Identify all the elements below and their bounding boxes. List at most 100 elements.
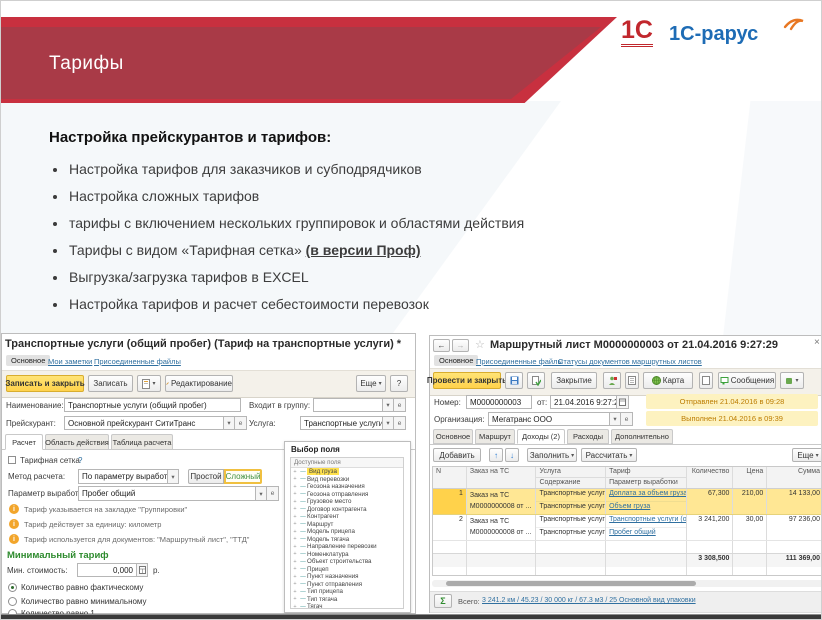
tab-calc-table[interactable]: Таблица расчета — [111, 434, 173, 450]
mode-complex-button[interactable]: Сложный — [224, 469, 262, 484]
horizontal-scrollbar[interactable] — [432, 580, 822, 587]
table-row[interactable]: 2 Заказ на ТСМ0000000008 от ... Транспор… — [433, 515, 822, 541]
min-cost-input[interactable]: 0,000 — [77, 563, 137, 577]
field-item[interactable]: +—Тягач — [291, 603, 403, 609]
map-button[interactable]: Карта — [643, 372, 693, 389]
sigma-button[interactable]: Σ — [434, 594, 452, 608]
save-button[interactable]: Записать — [88, 375, 133, 392]
table-row[interactable]: 1 Заказ на ТСМ0000000008 от ... Транспор… — [433, 489, 822, 515]
close-icon[interactable]: × — [814, 337, 820, 348]
totals-link[interactable]: 3 241.2 км / 45.23 / 30 000 кг / 67.3 м3… — [482, 597, 696, 604]
scrollbar-thumb[interactable] — [446, 581, 696, 586]
col-qty[interactable]: Количество — [687, 467, 734, 488]
fill-button[interactable]: Заполнить ▾ — [527, 448, 577, 462]
field-item[interactable]: +—Геозона отправления — [291, 491, 403, 499]
field-item[interactable]: +—Пункт назначения — [291, 573, 403, 581]
print-button[interactable] — [699, 372, 713, 389]
field-item[interactable]: +—Контрагент — [291, 513, 403, 521]
more-button[interactable]: Еще ▾ — [356, 375, 386, 392]
field-item[interactable]: +—Модель тягача — [291, 536, 403, 544]
forward-button[interactable]: → — [452, 339, 469, 352]
tab-route[interactable]: Маршрут — [475, 429, 515, 444]
field-item[interactable]: +—Направление перевозки — [291, 543, 403, 551]
tab-scope[interactable]: Область действия — [45, 434, 109, 450]
tab-income[interactable]: Доходы (2) — [517, 429, 565, 444]
radio-qty-actual[interactable] — [8, 583, 17, 592]
col-tariff[interactable]: Тариф Параметр выработки — [606, 467, 687, 488]
add-row-button[interactable]: Добавить — [433, 448, 481, 462]
save-button[interactable] — [505, 372, 523, 389]
star-icon[interactable]: ☆ — [475, 338, 485, 351]
create-based-on-button[interactable]: ▾ — [137, 375, 161, 392]
method-dropdown-button[interactable]: ▾ — [167, 469, 179, 484]
mode-simple-button[interactable]: Простой — [188, 469, 224, 484]
col-order[interactable]: Заказ на ТС — [467, 467, 537, 488]
param-input[interactable]: Пробег общий — [78, 486, 256, 501]
table-more-button[interactable]: Еще ▾ — [792, 448, 822, 462]
back-button[interactable]: ← — [433, 339, 450, 352]
calculate-button[interactable]: Рассчитать ▾ — [581, 448, 637, 462]
field-item[interactable]: +—Тип прицепа — [291, 588, 403, 596]
nav-link-files[interactable]: Присоединенные файлы — [94, 357, 181, 366]
list-button[interactable] — [625, 372, 639, 389]
tariff-link[interactable]: Доплата за объем груза — [609, 490, 687, 497]
field-item[interactable]: +—Вид груза — [291, 468, 403, 476]
tariff-link[interactable]: Транспортные услуги (о... — [609, 516, 687, 523]
help-button[interactable]: ? — [390, 375, 408, 392]
col-n[interactable]: N — [433, 467, 467, 488]
org-open-button[interactable]: е — [620, 412, 633, 426]
col-price[interactable]: Цена — [733, 467, 767, 488]
tab-main-doc[interactable]: Основное — [433, 429, 473, 444]
status-done[interactable]: Выполнен 21.04.2016 в 09:39 — [646, 411, 818, 426]
field-item[interactable]: +—Прицеп — [291, 566, 403, 574]
field-item[interactable]: +—Тип тягача — [291, 596, 403, 604]
send-dropdown-button[interactable]: ▾ — [780, 372, 804, 389]
nav-link-notes[interactable]: Мои заметки — [48, 357, 92, 366]
param-link[interactable]: Пробег общий — [609, 529, 656, 536]
field-item[interactable]: +—Маршрут — [291, 521, 403, 529]
calendar-button[interactable] — [616, 395, 629, 409]
group-input[interactable] — [313, 398, 383, 412]
move-up-button[interactable]: ↑ — [489, 448, 503, 462]
field-item[interactable]: +—Объект строительства — [291, 558, 403, 566]
field-item[interactable]: +—Договор контрагента — [291, 506, 403, 514]
post-close-button[interactable]: Провести и закрыть — [433, 372, 501, 389]
col-sum[interactable]: Сумма — [767, 467, 822, 488]
tariff-grid-checkbox[interactable] — [8, 456, 16, 464]
tab-expenses[interactable]: Расходы — [567, 429, 609, 444]
field-item[interactable]: +—Модель прицепа — [291, 528, 403, 536]
post-document-button[interactable] — [527, 372, 545, 389]
edit-button[interactable]: Редактирование — [165, 375, 233, 392]
service-open-button[interactable]: е — [393, 416, 406, 430]
number-input[interactable]: М0000000003 — [466, 395, 532, 409]
pricelist-input[interactable]: Основной прейскурант СитиТранс — [64, 416, 224, 430]
grid-help-link[interactable]: ? — [78, 456, 82, 465]
move-down-button[interactable]: ↓ — [505, 448, 519, 462]
waybill-button[interactable] — [603, 372, 621, 389]
save-close-button[interactable]: Записать и закрыть — [6, 375, 84, 392]
pricelist-open-button[interactable]: е — [234, 416, 247, 430]
field-item[interactable]: +—Пункт отправления — [291, 581, 403, 589]
nav-link-statuses[interactable]: Статусы документов маршрутных листов — [558, 357, 702, 366]
name-input[interactable]: Транспортные услуги (общий пробег) — [64, 398, 241, 412]
field-item[interactable]: +—Грузовое место — [291, 498, 403, 506]
param-link[interactable]: Объем груза — [609, 503, 650, 510]
field-item[interactable]: +—Номенклатура — [291, 551, 403, 559]
date-input[interactable]: 21.04.2016 9:27:29 — [550, 395, 617, 409]
service-input[interactable]: Транспортные услуги — [300, 416, 383, 430]
closing-button[interactable]: Закрытие — [551, 372, 597, 389]
method-select[interactable]: По параметру выработки — [78, 469, 168, 484]
group-open-button[interactable]: е — [393, 398, 406, 412]
param-open-button[interactable]: е — [266, 486, 279, 501]
field-item[interactable]: +—Геозона назначения — [291, 483, 403, 491]
tab-calc[interactable]: Расчет — [5, 434, 43, 450]
status-sent[interactable]: Отправлен 21.04.2016 в 09:28 — [646, 394, 818, 409]
org-input[interactable]: Мегатранс ООО — [488, 412, 610, 426]
tab-additional[interactable]: Дополнительно — [611, 429, 673, 444]
col-service[interactable]: Услуга Содержание — [536, 467, 606, 488]
tab-main[interactable]: Основное — [434, 355, 478, 366]
nav-link-files[interactable]: Присоединенные файлы — [476, 357, 563, 366]
radio-qty-min[interactable] — [8, 597, 17, 606]
calculator-button[interactable] — [136, 563, 148, 577]
field-item[interactable]: +—Вид перевозки — [291, 476, 403, 484]
